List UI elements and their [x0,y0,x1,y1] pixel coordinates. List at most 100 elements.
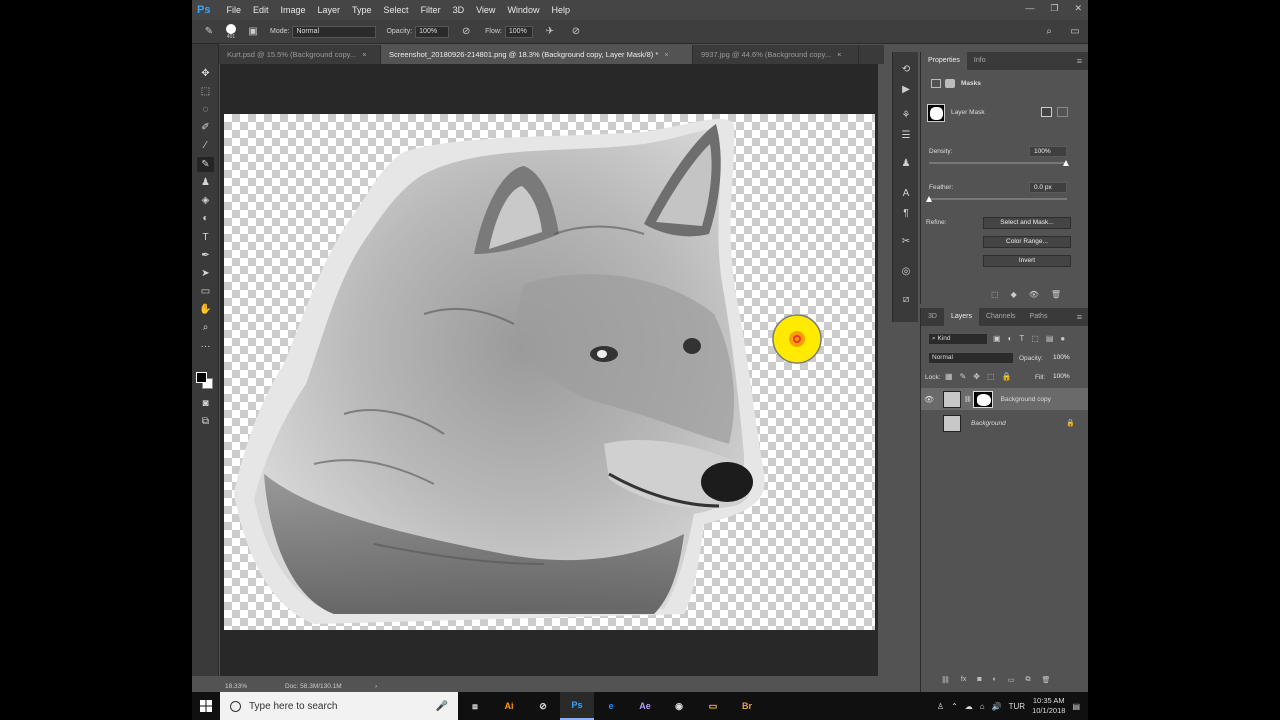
layer-opacity-field[interactable]: 100% [1049,353,1077,364]
close-tab-icon[interactable]: × [664,45,668,64]
layer-row-background-copy[interactable]: 👁 ⛓ Background copy [921,388,1088,410]
shape-tool-icon[interactable]: ▭ [197,284,214,299]
lock-transparent-icon[interactable]: ▦ [945,372,953,381]
menu-type[interactable]: Type [346,5,378,15]
adjustment-layer-icon[interactable]: ◐ [993,676,997,684]
brush-tool-preset-icon[interactable]: ✎ [202,25,216,39]
path-select-tool-icon[interactable]: ➤ [197,266,214,281]
feather-slider[interactable] [929,198,1067,200]
actions-play-icon[interactable]: ▶ [899,82,913,96]
tab-info[interactable]: Info [967,52,993,70]
load-selection-icon[interactable]: ⬚ [991,290,999,299]
eyedropper-tool-icon[interactable]: ⁄ [197,138,214,153]
move-tool-icon[interactable]: ✥ [197,66,214,81]
select-pixel-mask-icon[interactable] [1041,107,1052,117]
delete-mask-icon[interactable]: 🗑 [1051,290,1061,299]
pen-tool-icon[interactable]: ✒ [197,248,214,263]
quick-mask-icon[interactable]: ◙ [197,396,214,411]
stamp-tool-icon[interactable]: ♟ [197,175,214,190]
hand-tool-icon[interactable]: ✋ [197,302,214,317]
layer-name[interactable]: Background copy [1001,396,1051,403]
paragraph-icon[interactable]: ¶ [899,206,913,220]
flow-field[interactable]: 100% [504,25,533,38]
filter-pixel-icon[interactable]: ▣ [993,334,1001,343]
invert-button[interactable]: Invert [983,255,1071,267]
vector-mask-icon[interactable] [945,79,955,88]
styles-icon[interactable]: ⧄ [899,292,913,306]
tool-presets-icon[interactable]: ✂ [899,234,913,248]
zoom-level[interactable]: 18.33% [225,683,277,690]
blend-mode-select[interactable]: Normal [928,352,1014,364]
language-indicator[interactable]: TUR [1009,702,1025,711]
menu-layer[interactable]: Layer [312,5,347,15]
feather-field[interactable]: 0.0 px [1029,182,1067,193]
status-menu-arrow[interactable]: › [375,683,377,690]
close-icon[interactable]: ✕ [1074,3,1082,14]
apply-mask-icon[interactable]: ◆ [1011,290,1017,299]
workspace-icon[interactable]: ▭ [1068,25,1082,39]
lock-artboard-icon[interactable]: ⬚ [987,372,995,381]
adjustments-icon[interactable]: ☰ [899,128,913,142]
eraser-tool-icon[interactable]: ◈ [197,193,214,208]
more-tools-icon[interactable]: ··· [197,339,214,354]
pixel-mask-icon[interactable] [931,79,941,88]
restore-icon[interactable]: ❐ [1050,3,1058,14]
menu-select[interactable]: Select [378,5,415,15]
lasso-tool-icon[interactable]: ◌ [197,102,214,117]
lock-all-icon[interactable]: 🔒 [1002,372,1012,381]
menu-help[interactable]: Help [545,5,576,15]
doc-tab-screenshot[interactable]: Screenshot_20180926-214801.png @ 18.3% (… [381,45,693,64]
filter-shape-icon[interactable]: ⬚ [1031,334,1039,343]
tab-layers[interactable]: Layers [943,308,979,326]
menu-filter[interactable]: Filter [415,5,447,15]
canvas-area[interactable] [220,64,878,676]
lock-position-icon[interactable]: ✥ [973,372,980,381]
character-icon[interactable]: A [899,186,913,200]
new-layer-icon[interactable]: ⧉ [1025,676,1030,684]
tab-3d[interactable]: 3D [921,308,944,326]
fx-icon[interactable]: fx [961,676,966,684]
taskbar-bridge[interactable]: Br [730,692,764,720]
menu-file[interactable]: File [220,5,247,15]
taskbar-chrome-icon[interactable]: ◉ [662,692,696,720]
close-tab-icon[interactable]: × [362,45,366,64]
taskbar-search-box[interactable]: Type here to search 🎤 [220,692,458,720]
libraries-icon[interactable]: ◎ [899,264,913,278]
volume-icon[interactable]: 🔊 [992,702,1002,711]
windows-start-icon[interactable] [192,692,220,720]
delete-layer-icon[interactable]: 🗑 [1041,676,1050,684]
document-canvas[interactable] [224,114,875,630]
layer-name[interactable]: Background [971,420,1006,427]
task-view-icon[interactable]: ⧈ [458,692,492,720]
clone-source-icon[interactable]: ♟ [899,156,913,170]
search-icon[interactable]: ⌕ [1042,25,1056,39]
filter-type-icon[interactable]: T [1019,334,1024,343]
tab-paths[interactable]: Paths [1023,308,1055,326]
menu-view[interactable]: View [470,5,501,15]
pressure-opacity-icon[interactable]: ⊘ [459,25,473,39]
marquee-tool-icon[interactable]: ⬚ [197,84,214,99]
pressure-size-icon[interactable]: ⊘ [569,25,583,39]
taskbar-after-effects[interactable]: Ae [628,692,662,720]
density-slider[interactable] [929,162,1067,164]
zoom-tool-icon[interactable]: ⌕ [197,320,214,335]
layer-row-background[interactable]: Background 🔒 [921,412,1088,434]
panel-menu-icon[interactable]: ≡ [1077,56,1082,66]
tab-channels[interactable]: Channels [979,308,1023,326]
airbrush-icon[interactable]: ✈ [543,25,557,39]
panel-menu-icon[interactable]: ≡ [1077,312,1082,322]
fill-field[interactable]: 100% [1049,372,1077,383]
layer-filter-select[interactable]: ⌕ Kind [928,333,988,345]
brush-panel-icon[interactable]: ▣ [246,25,260,39]
foreground-color-swatch[interactable] [196,372,207,383]
menu-window[interactable]: Window [501,5,545,15]
layer-mask-thumbnail[interactable] [972,390,993,408]
screen-mode-icon[interactable]: ⧉ [197,414,214,429]
type-tool-icon[interactable]: T [197,230,214,245]
close-tab-icon[interactable]: × [837,45,841,64]
opacity-field[interactable]: 100% [415,25,450,38]
brush-size-picker[interactable]: 401 [226,23,236,40]
people-icon[interactable]: ♙ [937,702,944,711]
doc-tab-9937[interactable]: 9937.jpg @ 44.6% (Background copy... × [693,45,859,64]
minimize-icon[interactable]: — [1025,3,1034,14]
